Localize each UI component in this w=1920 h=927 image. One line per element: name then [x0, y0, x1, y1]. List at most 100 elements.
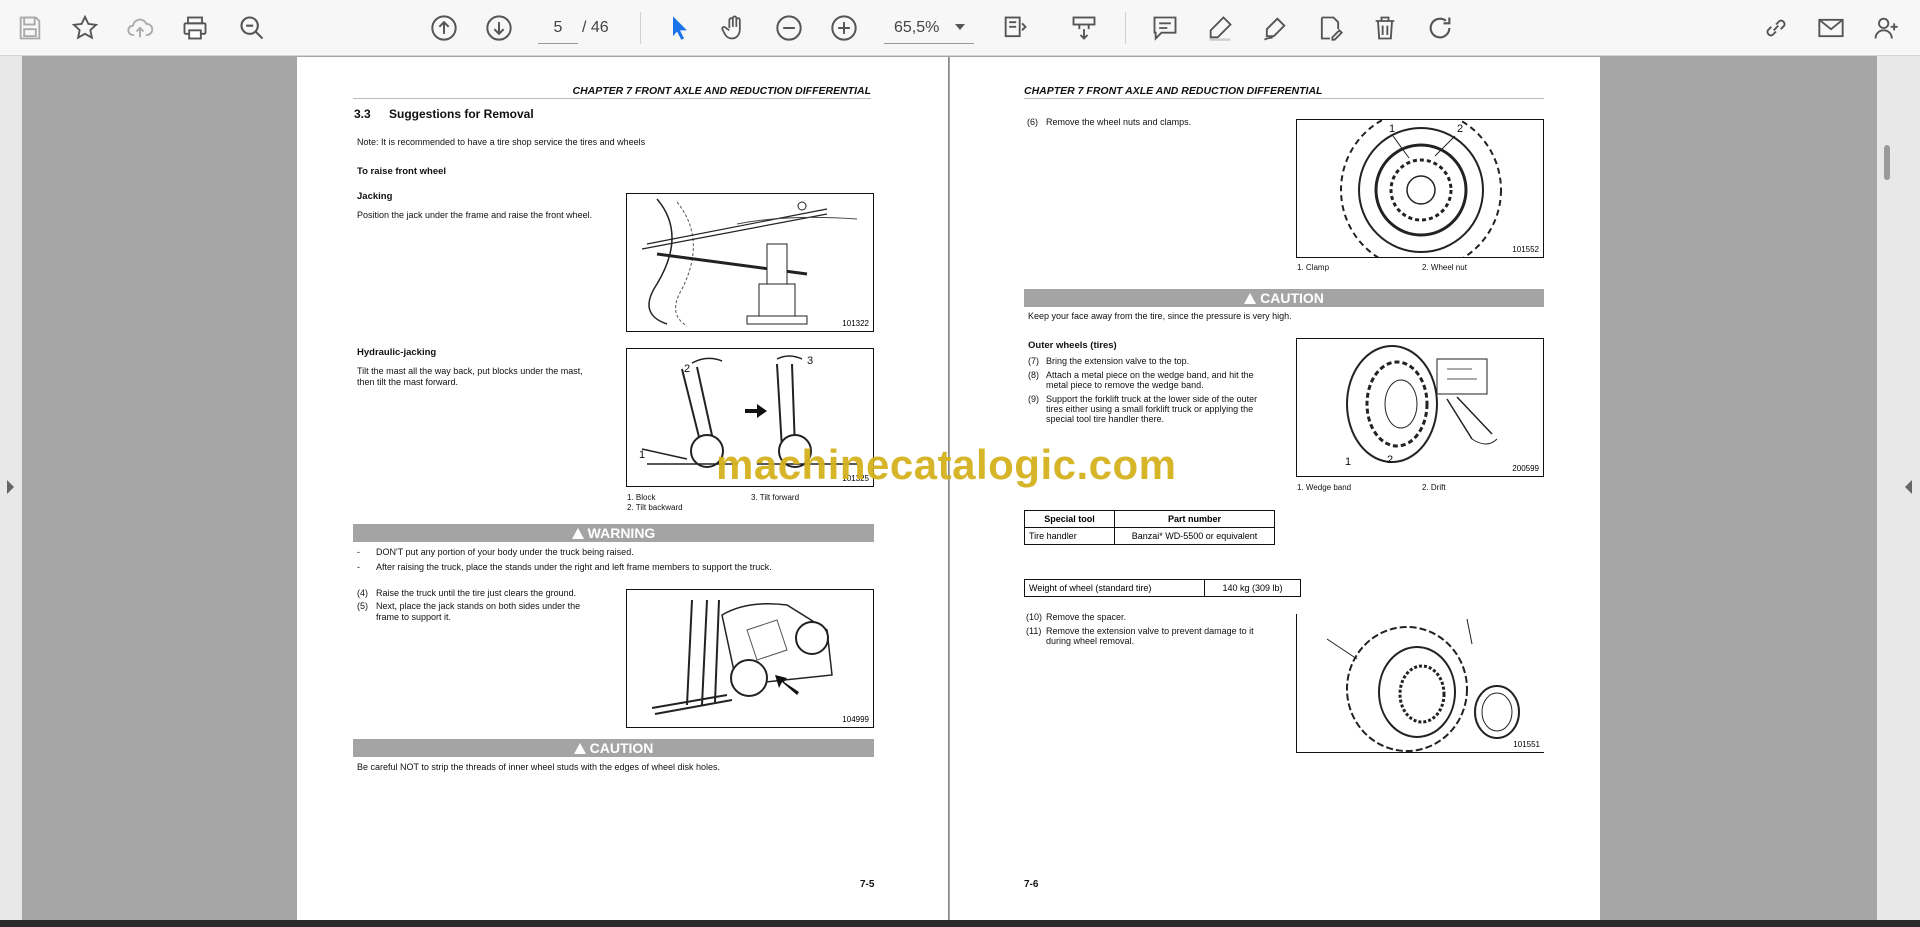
callout-2: 2	[1457, 123, 1464, 135]
figure-wheel-nuts: 1 2 101552	[1296, 119, 1544, 258]
comment-icon[interactable]	[1145, 8, 1185, 48]
table-row: Weight of wheel (standard tire) 140 kg (…	[1024, 579, 1301, 597]
step-9-text-1: Support the forklift truck at the lower …	[1046, 394, 1258, 404]
link-edit-icon[interactable]	[1756, 8, 1796, 48]
callout-3: 3	[807, 355, 814, 367]
vertical-scrollbar[interactable]	[1884, 145, 1890, 180]
legend-tilt-forward: 3. Tilt forward	[751, 493, 800, 502]
callout-2: 2	[1387, 454, 1394, 466]
left-panel-toggle-icon[interactable]	[7, 480, 14, 494]
divider	[1125, 12, 1126, 44]
figure-code: 101552	[1512, 245, 1539, 254]
table-cell: Tire handler	[1024, 527, 1115, 545]
step-4-text: Raise the truck until the tire just clea…	[376, 588, 577, 598]
step-10-text: Remove the spacer.	[1046, 612, 1127, 622]
forklift-illustration	[651, 599, 833, 715]
warning-title: WARNING	[587, 525, 656, 541]
draw-pen-icon[interactable]	[1255, 8, 1295, 48]
raise-heading: To raise front wheel	[357, 166, 447, 177]
right-panel-edge	[1877, 56, 1920, 920]
zoom-in-icon[interactable]	[824, 8, 864, 48]
step-5-text-1: Next, place the jack stands on both side…	[376, 601, 581, 611]
note-text: Note: It is recommended to have a tire s…	[357, 137, 646, 147]
weight-label: Weight of wheel (standard tire)	[1024, 579, 1205, 597]
callout-1: 1	[1389, 123, 1396, 135]
warning-triangle-icon	[571, 528, 584, 539]
page-down-icon[interactable]	[479, 8, 519, 48]
page-total: / 46	[582, 12, 609, 44]
divider	[640, 12, 641, 44]
chevron-down-icon[interactable]	[955, 24, 965, 30]
page-number-input[interactable]: 5	[538, 12, 578, 44]
step-9-text-2: tires either using a small forklift truc…	[1046, 404, 1254, 414]
save-icon[interactable]	[10, 8, 50, 48]
figure-code: 101551	[1513, 740, 1540, 749]
warning-dash-2: -	[357, 562, 360, 572]
step-8-text-2: metal piece to remove the wedge band.	[1046, 380, 1204, 390]
add-user-icon[interactable]	[1866, 8, 1906, 48]
chapter-header: CHAPTER 7 FRONT AXLE AND REDUCTION DIFFE…	[1024, 85, 1544, 99]
edit-document-icon[interactable]	[1310, 8, 1350, 48]
warning-triangle-icon	[573, 743, 586, 754]
section-title: Suggestions for Removal	[389, 107, 534, 121]
step-11-text-1: Remove the extension valve to prevent da…	[1046, 626, 1254, 636]
figure-spacer-removal: 101551	[1296, 614, 1544, 753]
toolbar: 5 / 46 65,5%	[0, 0, 1920, 56]
step-5-number: (5)	[357, 601, 368, 611]
step-7-number: (7)	[1028, 356, 1039, 366]
highlight-pen-icon[interactable]	[1200, 8, 1240, 48]
caution-banner: CAUTION	[353, 739, 874, 757]
step-6-text: Remove the wheel nuts and clamps.	[1046, 117, 1192, 127]
legend-wheel-nut: 2. Wheel nut	[1422, 263, 1467, 272]
bottom-bar	[0, 920, 1920, 927]
figure-code: 101322	[842, 319, 869, 328]
table-header-row: Special tool Part number	[1024, 510, 1275, 528]
warning-item-2: After raising the truck, place the stand…	[376, 562, 772, 572]
cloud-upload-icon[interactable]	[120, 8, 160, 48]
legend-block: 1. Block	[627, 493, 656, 502]
zoom-search-icon[interactable]	[232, 8, 272, 48]
right-panel-toggle-icon[interactable]	[1905, 480, 1912, 494]
wheel-weight-table: Weight of wheel (standard tire) 140 kg (…	[1024, 579, 1301, 597]
mail-icon[interactable]	[1811, 8, 1851, 48]
legend-wedge-band: 1. Wedge band	[1297, 483, 1352, 492]
step-6-number: (6)	[1027, 117, 1038, 127]
figure-jack-stands: 104999	[626, 589, 874, 728]
select-cursor-icon[interactable]	[660, 8, 700, 48]
table-cell: Banzai* WD-5500 or equivalent	[1114, 527, 1275, 545]
table-header: Special tool	[1024, 510, 1115, 528]
step-9-text-3: special tool tire handler there.	[1046, 414, 1165, 424]
page-separator: /	[582, 19, 587, 36]
zoom-out-icon[interactable]	[769, 8, 809, 48]
warning-item-1: DON'T put any portion of your body under…	[376, 547, 634, 557]
special-tool-table: Special tool Part number Tire handler Ba…	[1024, 510, 1275, 545]
figure-code: 200599	[1512, 464, 1539, 473]
trash-icon[interactable]	[1365, 8, 1405, 48]
total-pages: 46	[590, 19, 609, 36]
legend-clamp: 1. Clamp	[1297, 263, 1330, 272]
warning-dash-1: -	[357, 547, 360, 557]
step-10-number: (10)	[1026, 612, 1043, 622]
wedge-band-illustration	[1346, 345, 1498, 463]
page-number: 7-6	[1024, 879, 1039, 890]
hand-tool-icon[interactable]	[714, 8, 754, 48]
redo-icon[interactable]	[1420, 8, 1460, 48]
page-fit-icon[interactable]	[995, 8, 1035, 48]
table-header: Part number	[1114, 510, 1275, 528]
caution-banner: CAUTION	[1024, 289, 1544, 307]
callout-1: 1	[1345, 456, 1352, 468]
wheel-spacer-illustration	[1326, 618, 1520, 752]
scroll-mode-icon[interactable]	[1064, 8, 1104, 48]
step-7-text: Bring the extension valve to the top.	[1046, 356, 1190, 366]
page-up-icon[interactable]	[424, 8, 464, 48]
warning-triangle-icon	[1244, 293, 1257, 304]
legend-drift: 2. Drift	[1422, 483, 1446, 492]
bookmark-star-icon[interactable]	[65, 8, 105, 48]
chapter-header: CHAPTER 7 FRONT AXLE AND REDUCTION DIFFE…	[353, 85, 871, 99]
step-9-number: (9)	[1028, 394, 1039, 404]
callout-2: 2	[684, 363, 691, 375]
callout-1: 1	[639, 449, 646, 461]
caution-title: CAUTION	[589, 740, 654, 756]
hydraulic-text-2: then tilt the mast forward.	[357, 377, 459, 387]
print-icon[interactable]	[175, 8, 215, 48]
